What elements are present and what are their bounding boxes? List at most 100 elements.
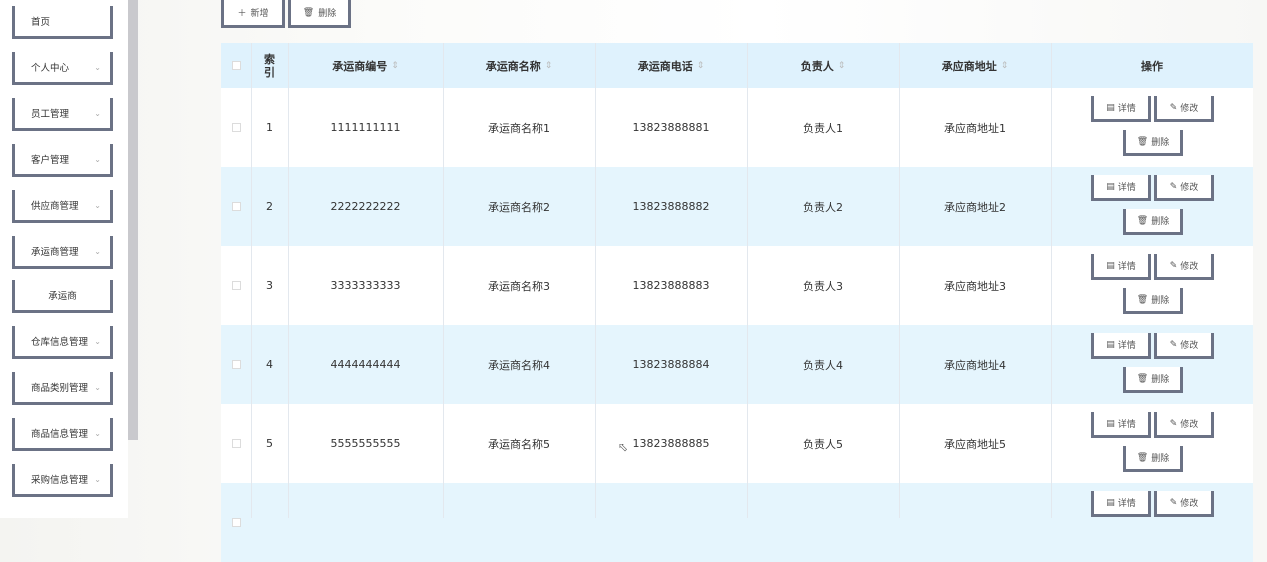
select-all-checkbox[interactable] bbox=[231, 61, 241, 70]
sort-icon[interactable]: ⇕ bbox=[545, 61, 553, 71]
cell-name: 承运商名称2 bbox=[443, 167, 595, 246]
detail-button[interactable]: ▤ 详情 bbox=[1091, 175, 1151, 201]
column-header-label: 承应商地址 bbox=[941, 59, 997, 73]
trash-icon: 🗑 bbox=[302, 7, 315, 18]
sort-icon[interactable]: ⇕ bbox=[1001, 61, 1009, 71]
column-header-label: 承运商编号 bbox=[332, 59, 388, 73]
batch-delete-button[interactable]: 🗑 删除 bbox=[288, 0, 351, 28]
sidebar-item-10[interactable]: 采购信息管理 ⌄ bbox=[12, 464, 113, 497]
edit-icon: ✎ bbox=[1169, 339, 1178, 350]
sidebar-item-0[interactable]: 首页 bbox=[12, 6, 113, 39]
delete-button[interactable]: 🗑 删除 bbox=[1123, 446, 1183, 472]
edit-button-label: 修改 bbox=[1180, 499, 1199, 509]
sidebar-item-label: 客户管理 bbox=[31, 155, 70, 166]
sidebar-item-3[interactable]: 客户管理 ⌄ bbox=[12, 144, 113, 177]
cell-value: 负责人1 bbox=[803, 121, 843, 135]
sidebar-item-9[interactable]: 商品信息管理 ⌄ bbox=[12, 418, 113, 451]
cell-name bbox=[443, 483, 595, 562]
edit-button-label: 修改 bbox=[1180, 341, 1199, 351]
sidebar-item-8[interactable]: 商品类别管理 ⌄ bbox=[12, 372, 113, 405]
column-header-label: 承运商名称 bbox=[485, 59, 541, 73]
detail-button[interactable]: ▤ 详情 bbox=[1091, 333, 1151, 359]
delete-button[interactable]: 🗑 删除 bbox=[1123, 288, 1183, 314]
row-checkbox[interactable] bbox=[231, 123, 241, 132]
edit-button[interactable]: ✎ 修改 bbox=[1154, 254, 1214, 280]
chevron-down-icon: ⌄ bbox=[94, 155, 101, 164]
sort-icon[interactable]: ⇕ bbox=[391, 61, 399, 71]
edit-button-label: 修改 bbox=[1180, 262, 1199, 272]
cell-index: 5 bbox=[251, 404, 288, 483]
edit-button[interactable]: ✎ 修改 bbox=[1154, 333, 1214, 359]
cell-value: 承运商名称3 bbox=[488, 279, 550, 293]
sidebar-item-label: 供应商管理 bbox=[31, 201, 79, 212]
cell-value: 5555555555 bbox=[330, 437, 401, 450]
row-checkbox[interactable] bbox=[231, 202, 241, 211]
detail-button[interactable]: ▤ 详情 bbox=[1091, 96, 1151, 122]
add-button[interactable]: ＋ 新增 bbox=[221, 0, 285, 28]
cell-manager bbox=[747, 483, 899, 562]
detail-button-label: 详情 bbox=[1117, 420, 1136, 430]
column-header-label: 索引 bbox=[264, 52, 275, 79]
sidebar-item-4[interactable]: 供应商管理 ⌄ bbox=[12, 190, 113, 223]
cell-address: 承应商地址1 bbox=[899, 88, 1051, 167]
row-checkbox[interactable] bbox=[231, 518, 241, 527]
chevron-down-icon: ⌄ bbox=[94, 429, 101, 438]
chevron-down-icon: ⌄ bbox=[94, 201, 101, 210]
sidebar-item-5[interactable]: 承运商管理 ⌄ bbox=[12, 236, 113, 269]
row-checkbox[interactable] bbox=[231, 360, 241, 369]
cell-name: 承运商名称5 bbox=[443, 404, 595, 483]
column-header-name[interactable]: 承运商名称 ⇕ bbox=[443, 43, 595, 88]
sidebar-item-7[interactable]: 仓库信息管理 ⌄ bbox=[12, 326, 113, 359]
chevron-down-icon: ⌄ bbox=[94, 383, 101, 392]
sidebar-item-1[interactable]: 个人中心 ⌄ bbox=[12, 52, 113, 85]
column-header-actions: 操作 bbox=[1051, 43, 1253, 88]
delete-button[interactable]: 🗑 删除 bbox=[1123, 130, 1183, 156]
sort-icon[interactable]: ⇕ bbox=[838, 61, 846, 71]
cell-value: 负责人2 bbox=[803, 200, 843, 214]
column-header-manager[interactable]: 负责人 ⇕ bbox=[747, 43, 899, 88]
sidebar-item-2[interactable]: 员工管理 ⌄ bbox=[12, 98, 113, 131]
detail-button[interactable]: ▤ 详情 bbox=[1091, 491, 1151, 517]
cell-value: 承应商地址5 bbox=[944, 437, 1006, 451]
cell-index bbox=[251, 483, 288, 562]
edit-button[interactable]: ✎ 修改 bbox=[1154, 96, 1214, 122]
table-row: 5 5555555555 承运商名称5 13823888885 负责人5 承应商地址5 ▤ 详… bbox=[221, 404, 1253, 483]
sidebar-item-label: 员工管理 bbox=[31, 109, 70, 120]
cell-checkbox bbox=[221, 483, 251, 562]
column-header-address[interactable]: 承应商地址 ⇕ bbox=[899, 43, 1051, 88]
column-header-code[interactable]: 承运商编号 ⇕ bbox=[288, 43, 443, 88]
detail-button[interactable]: ▤ 详情 bbox=[1091, 254, 1151, 280]
cell-name: 承运商名称1 bbox=[443, 88, 595, 167]
edit-button-label: 修改 bbox=[1180, 420, 1199, 430]
edit-button[interactable]: ✎ 修改 bbox=[1154, 175, 1214, 201]
cell-manager: 负责人1 bbox=[747, 88, 899, 167]
detail-icon: ▤ bbox=[1106, 181, 1115, 192]
column-divider bbox=[443, 43, 444, 518]
row-checkbox[interactable] bbox=[231, 281, 241, 290]
delete-button-label: 删除 bbox=[1151, 296, 1170, 306]
edit-button[interactable]: ✎ 修改 bbox=[1154, 412, 1214, 438]
delete-button[interactable]: 🗑 删除 bbox=[1123, 367, 1183, 393]
sort-icon[interactable]: ⇕ bbox=[697, 61, 705, 71]
edit-icon: ✎ bbox=[1169, 497, 1178, 508]
detail-button[interactable]: ▤ 详情 bbox=[1091, 412, 1151, 438]
detail-icon: ▤ bbox=[1106, 260, 1115, 271]
cell-checkbox bbox=[221, 88, 251, 167]
cell-value: 5 bbox=[266, 437, 273, 450]
cell-value: 承应商地址4 bbox=[944, 358, 1006, 372]
row-checkbox[interactable] bbox=[231, 439, 241, 448]
detail-icon: ▤ bbox=[1106, 339, 1115, 350]
sidebar-scrollbar[interactable] bbox=[128, 0, 138, 440]
sidebar-item-6[interactable]: 承运商 bbox=[12, 280, 113, 313]
table-row: 1 1111111111 承运商名称1 13823888881 负责人1 承应商地址1 ▤ 详… bbox=[221, 88, 1253, 167]
chevron-down-icon: ⌄ bbox=[94, 247, 101, 256]
cell-index: 3 bbox=[251, 246, 288, 325]
column-header-phone[interactable]: 承运商电话 ⇕ bbox=[595, 43, 747, 88]
edit-button[interactable]: ✎ 修改 bbox=[1154, 491, 1214, 517]
plus-icon: ＋ bbox=[237, 9, 247, 19]
cell-phone: 13823888883 bbox=[595, 246, 747, 325]
edit-icon: ✎ bbox=[1169, 181, 1178, 192]
cell-actions: ▤ 详情 ✎ 修改 🗑 删除 bbox=[1051, 88, 1253, 167]
delete-button[interactable]: 🗑 删除 bbox=[1123, 209, 1183, 235]
edit-icon: ✎ bbox=[1169, 260, 1178, 271]
